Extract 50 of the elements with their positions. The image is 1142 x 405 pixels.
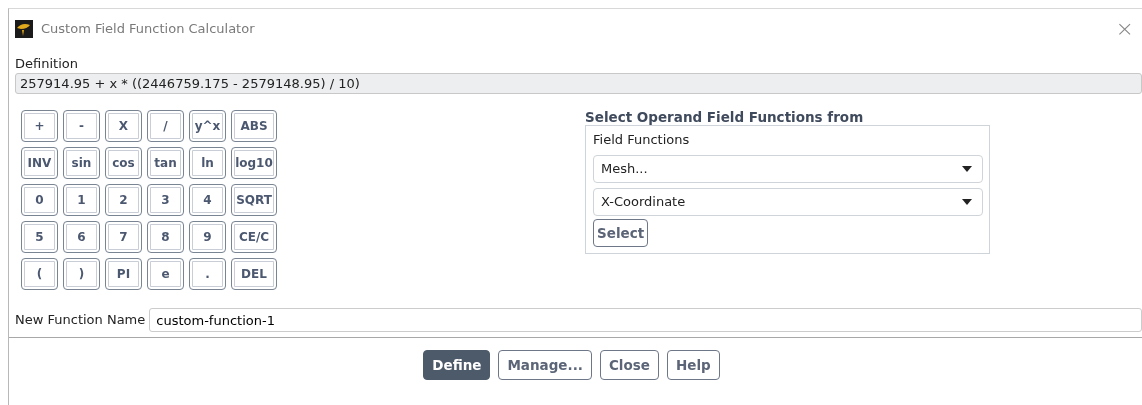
- keypad-key[interactable]: ): [63, 258, 100, 290]
- definition-label: Definition: [14, 55, 79, 71]
- caret-icon: [962, 198, 972, 205]
- dialog-button[interactable]: Help: [666, 350, 720, 381]
- keypad-key[interactable]: .: [189, 258, 226, 290]
- keypad-key[interactable]: DEL: [231, 258, 277, 290]
- dialog-button[interactable]: Manage...: [498, 350, 592, 381]
- definition-field[interactable]: 257914.95 + x * ((2446759.175 - 2579148.95) / 10): [15, 73, 1142, 94]
- keypad-key[interactable]: 4: [189, 184, 226, 216]
- keypad-key[interactable]: ln: [189, 147, 226, 179]
- keypad-key[interactable]: +: [21, 110, 58, 142]
- keypad-key[interactable]: SQRT: [231, 184, 277, 216]
- dropdown-value: X-Coordinate: [601, 192, 686, 211]
- select-button[interactable]: Select: [593, 218, 649, 247]
- keypad-key[interactable]: 1: [63, 184, 100, 216]
- keypad-key[interactable]: INV: [21, 147, 58, 179]
- keypad-key[interactable]: 5: [21, 221, 58, 253]
- keypad-key[interactable]: CE/C: [231, 221, 277, 253]
- app-icon: [15, 20, 33, 38]
- group-label: Field Functions: [593, 131, 691, 149]
- keypad-key[interactable]: /: [147, 110, 184, 142]
- keypad-key[interactable]: tan: [147, 147, 184, 179]
- keypad-key[interactable]: 3: [147, 184, 184, 216]
- keypad-key[interactable]: y^x: [189, 110, 226, 142]
- keypad-key[interactable]: 6: [63, 221, 100, 253]
- keypad-key[interactable]: -: [63, 110, 100, 142]
- keypad-key[interactable]: sin: [63, 147, 100, 179]
- dropdown[interactable]: Mesh...: [593, 154, 983, 183]
- keypad-key[interactable]: cos: [105, 147, 142, 179]
- field-label: New Function Name: [15, 311, 146, 330]
- keypad-key[interactable]: (: [21, 258, 58, 290]
- keypad-key[interactable]: X: [105, 110, 142, 142]
- close-button[interactable]: ×: [1115, 18, 1134, 40]
- section-title: Select Operand Field Functions from: [585, 109, 865, 125]
- caret-icon: [962, 165, 972, 172]
- keypad-key[interactable]: 0: [21, 184, 58, 216]
- keypad-key[interactable]: 9: [189, 221, 226, 253]
- dropdown[interactable]: X-Coordinate: [593, 187, 983, 216]
- dialog-button[interactable]: Define: [423, 350, 491, 381]
- keypad-key[interactable]: 2: [105, 184, 142, 216]
- keypad-key[interactable]: 7: [105, 221, 142, 253]
- window-title: Custom Field Function Calculator: [41, 20, 255, 39]
- keypad-key[interactable]: log10: [231, 147, 277, 179]
- dialog-button[interactable]: Close: [599, 350, 659, 381]
- keypad-key[interactable]: 8: [147, 221, 184, 253]
- keypad-key[interactable]: ABS: [231, 110, 277, 142]
- dropdown-value: Mesh...: [601, 159, 648, 178]
- keypad-key[interactable]: e: [147, 258, 184, 290]
- keypad-key[interactable]: PI: [105, 258, 142, 290]
- name-field[interactable]: custom-function-1: [149, 308, 1142, 332]
